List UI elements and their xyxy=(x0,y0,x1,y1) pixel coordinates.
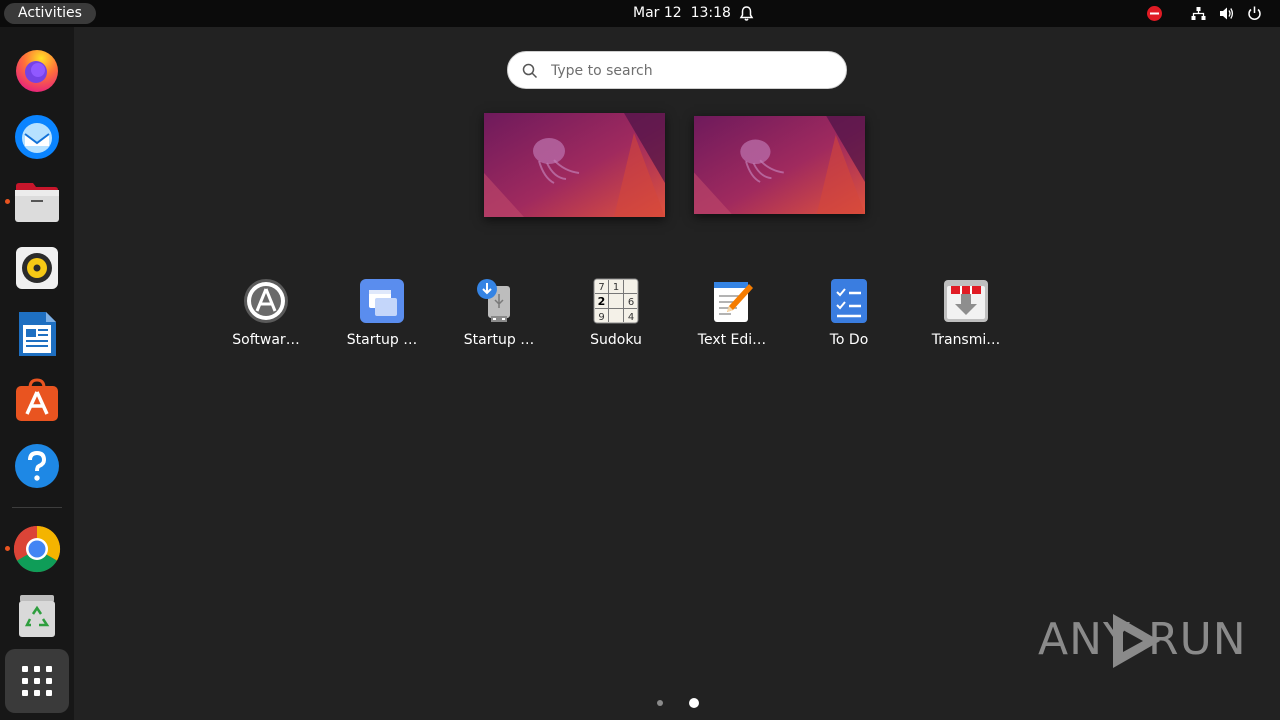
svg-text:7: 7 xyxy=(598,282,604,293)
page-indicator-1[interactable] xyxy=(657,700,663,706)
volume-icon[interactable] xyxy=(1218,5,1235,22)
dock-item-trash[interactable] xyxy=(13,591,61,639)
dock xyxy=(0,27,74,720)
show-applications-button[interactable] xyxy=(5,649,69,713)
trash-icon xyxy=(19,595,55,637)
startup-applications-icon xyxy=(360,279,404,323)
dock-item-files[interactable] xyxy=(13,178,61,226)
app-label: Startup … xyxy=(346,332,418,348)
app-label: Text Edi… xyxy=(697,332,767,348)
page-indicator-2[interactable] xyxy=(689,698,699,708)
writer-icon xyxy=(19,312,56,356)
text-editor-icon xyxy=(714,282,753,322)
app-startup-applications[interactable]: Startup … xyxy=(324,270,440,360)
dock-item-google-chrome[interactable] xyxy=(13,525,61,573)
app-label: To Do xyxy=(829,332,869,348)
app-startup-disk-creator[interactable]: Startup … xyxy=(441,270,557,360)
workspace-thumbnail-1[interactable] xyxy=(484,113,665,217)
do-not-disturb-icon[interactable] xyxy=(1146,5,1163,22)
dock-item-libreoffice-writer[interactable] xyxy=(13,310,61,358)
dock-item-thunderbird[interactable] xyxy=(13,112,61,160)
transmission-icon xyxy=(944,280,988,322)
software-center-icon xyxy=(16,378,58,421)
app-label: Startup … xyxy=(463,332,535,348)
rhythmbox-icon xyxy=(16,247,58,289)
app-transmission[interactable]: Transmi… xyxy=(908,270,1024,360)
svg-text:2: 2 xyxy=(598,295,606,308)
svg-text:1: 1 xyxy=(613,282,619,293)
app-label: Sudoku xyxy=(590,332,642,348)
firefox-icon xyxy=(16,50,58,92)
help-icon xyxy=(15,444,59,488)
app-todo[interactable]: To Do xyxy=(791,270,907,360)
dock-item-rhythmbox[interactable] xyxy=(13,244,61,292)
search-icon xyxy=(522,63,538,79)
show-applications-icon xyxy=(22,666,52,696)
top-bar: Activities Mar 12 13:18 xyxy=(0,0,1280,27)
activities-button[interactable]: Activities xyxy=(4,3,96,24)
app-label: Softwar… xyxy=(232,332,300,348)
wallpaper-thumbnail xyxy=(694,116,865,214)
running-indicator xyxy=(5,199,10,204)
workspace-thumbnail-2[interactable] xyxy=(694,116,865,214)
watermark-logo: ANY RUN xyxy=(1038,608,1246,672)
power-icon[interactable] xyxy=(1246,5,1263,22)
watermark-text-right: RUN xyxy=(1148,614,1247,665)
chrome-icon xyxy=(13,525,61,573)
sudoku-icon: 7 1 2 6 9 4 xyxy=(593,278,639,324)
svg-text:9: 9 xyxy=(598,312,604,323)
bell-icon[interactable] xyxy=(738,5,755,22)
app-software-updater[interactable]: Softwar… xyxy=(208,270,324,360)
search-input[interactable] xyxy=(549,52,833,90)
search-box[interactable] xyxy=(507,51,847,90)
dock-item-help[interactable] xyxy=(13,442,61,490)
thunderbird-icon xyxy=(15,115,59,159)
dock-item-firefox[interactable] xyxy=(13,46,61,94)
wallpaper-thumbnail xyxy=(484,113,665,217)
app-text-editor[interactable]: Text Edi… xyxy=(674,270,790,360)
clock[interactable]: Mar 12 13:18 xyxy=(633,0,731,27)
app-sudoku[interactable]: 7 1 2 6 9 4 Sudoku xyxy=(558,270,674,360)
svg-text:4: 4 xyxy=(628,312,634,323)
clock-date: Mar 12 xyxy=(633,5,682,21)
files-icon xyxy=(15,183,59,222)
network-icon[interactable] xyxy=(1190,5,1207,22)
dock-separator xyxy=(12,507,62,508)
app-label: Transmi… xyxy=(931,332,1001,348)
startup-disk-creator-icon xyxy=(477,279,510,322)
clock-time: 13:18 xyxy=(690,5,731,21)
software-updater-icon xyxy=(244,279,288,323)
todo-icon xyxy=(831,279,867,323)
running-indicator xyxy=(5,546,10,551)
svg-text:6: 6 xyxy=(628,297,634,308)
dock-item-ubuntu-software[interactable] xyxy=(13,376,61,424)
